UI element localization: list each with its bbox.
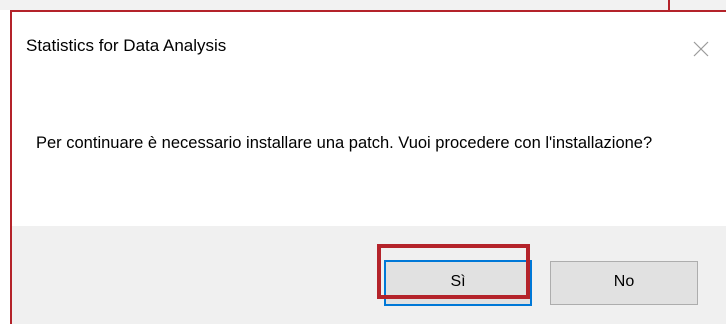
no-button[interactable]: No: [550, 261, 698, 305]
dialog-title: Statistics for Data Analysis: [26, 36, 227, 55]
close-icon: [693, 41, 709, 57]
dialog-message: Per continuare è necessario installare u…: [36, 134, 653, 152]
dialog-button-bar: Sì No: [12, 226, 726, 324]
close-button[interactable]: [684, 32, 718, 66]
background-window-strip: [0, 0, 726, 10]
yes-button[interactable]: Sì: [384, 260, 532, 306]
message-dialog: Statistics for Data Analysis Per continu…: [10, 10, 726, 324]
